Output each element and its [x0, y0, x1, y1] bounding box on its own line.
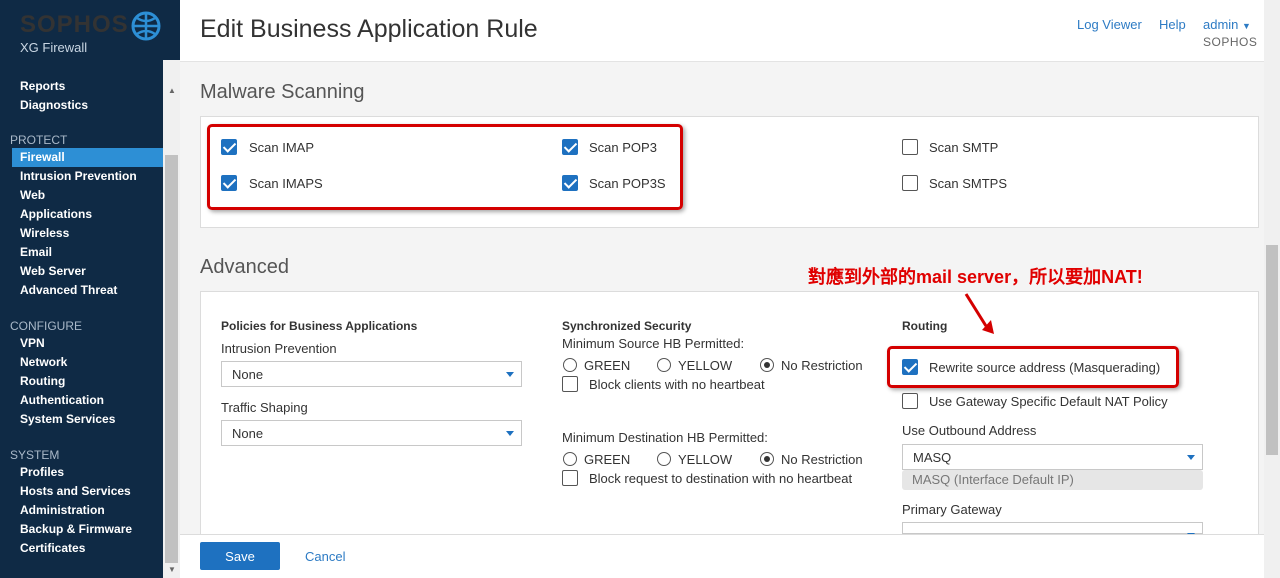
source-green-radio[interactable]: [563, 358, 577, 372]
dest-green-label: GREEN: [584, 452, 631, 467]
sidebar-item-intrusion-prevention[interactable]: Intrusion Prevention: [12, 167, 163, 186]
header-bar: Edit Business Application Rule Log Viewe…: [180, 0, 1264, 62]
malware-scanning-heading: Malware Scanning: [200, 81, 365, 103]
outbound-address-select[interactable]: MASQ: [902, 444, 1203, 470]
source-yellow-radio[interactable]: [657, 358, 671, 372]
sidebar-item-diagnostics[interactable]: Diagnostics: [12, 96, 163, 115]
gateway-nat-label: Use Gateway Specific Default NAT Policy: [929, 394, 1168, 409]
annotation-arrow-icon: [964, 293, 994, 334]
sidebar-item-network[interactable]: Network: [12, 353, 163, 372]
dest-no-restriction-label: No Restriction: [781, 452, 863, 467]
sidebar-item-web[interactable]: Web: [12, 186, 163, 205]
sidebar-section-protect: PROTECT: [10, 133, 68, 147]
tenant-name: SOPHOS: [1203, 35, 1258, 49]
routing-heading: Routing: [902, 319, 948, 333]
source-yellow-label: YELLOW: [678, 358, 733, 373]
source-green-label: GREEN: [584, 358, 631, 373]
dest-green-radio[interactable]: [563, 452, 577, 466]
scan-smtp-label: Scan SMTP: [929, 140, 999, 155]
brand-product: XG Firewall: [20, 40, 88, 55]
sidebar-item-certificates[interactable]: Certificates: [12, 539, 163, 558]
sidebar-item-email[interactable]: Email: [12, 243, 163, 262]
brand-name: SOPHOS: [20, 11, 129, 38]
primary-gateway-label: Primary Gateway: [902, 502, 1002, 517]
source-no-restriction-label: No Restriction: [781, 358, 863, 373]
intrusion-prevention-label: Intrusion Prevention: [221, 341, 337, 356]
scroll-down-arrow-icon[interactable]: ▼: [168, 565, 176, 574]
main-scrollbar-thumb[interactable]: [1266, 245, 1278, 455]
user-name: admin: [1203, 17, 1239, 32]
user-menu[interactable]: admin ▼: [1203, 17, 1251, 32]
sidebar-item-firewall[interactable]: Firewall: [12, 148, 163, 167]
sidebar-item-advanced-threat[interactable]: Advanced Threat: [12, 281, 163, 300]
save-button[interactable]: Save: [200, 542, 280, 570]
outbound-address-label: Use Outbound Address: [902, 423, 1037, 438]
chevron-down-icon: ▼: [1242, 21, 1251, 31]
scan-smtp-checkbox[interactable]: [902, 139, 918, 155]
advanced-heading: Advanced: [200, 256, 289, 278]
sidebar-item-hosts-and-services[interactable]: Hosts and Services: [12, 482, 163, 501]
sidebar-item-wireless[interactable]: Wireless: [12, 224, 163, 243]
dest-yellow-label: YELLOW: [678, 452, 733, 467]
sidebar-item-authentication[interactable]: Authentication: [12, 391, 163, 410]
annotation-text: 對應到外部的mail server，所以要加NAT!: [808, 267, 1143, 287]
traffic-shaping-select[interactable]: None: [221, 420, 522, 446]
traffic-shaping-label: Traffic Shaping: [221, 400, 308, 415]
primary-gateway-select[interactable]: [902, 522, 1203, 538]
scroll-up-arrow-icon[interactable]: ▲: [168, 86, 176, 95]
sidebar-item-backup-firmware[interactable]: Backup & Firmware: [12, 520, 163, 539]
sidebar-item-web-server[interactable]: Web Server: [12, 262, 163, 281]
sidebar-item-system-services[interactable]: System Services: [12, 410, 163, 429]
block-clients-checkbox[interactable]: [562, 376, 578, 392]
globe-icon: [131, 11, 161, 41]
highlight-box-rewrite: [887, 346, 1179, 388]
sidebar-section-system: SYSTEM: [10, 448, 60, 462]
min-source-hb-label: Minimum Source HB Permitted:: [562, 336, 745, 351]
synchronized-security-heading: Synchronized Security: [562, 319, 692, 333]
sidebar-item-applications[interactable]: Applications: [12, 205, 163, 224]
sidebar-scrollbar-thumb[interactable]: [165, 155, 178, 563]
block-clients-label: Block clients with no heartbeat: [589, 377, 765, 392]
block-request-label: Block request to destination with no hea…: [589, 471, 853, 486]
dest-no-restriction-radio[interactable]: [760, 452, 774, 466]
source-no-restriction-radio[interactable]: [760, 358, 774, 372]
gateway-nat-checkbox[interactable]: [902, 393, 918, 409]
sidebar-item-administration[interactable]: Administration: [12, 501, 163, 520]
sidebar-item-vpn[interactable]: VPN: [12, 334, 163, 353]
sidebar-item-reports[interactable]: Reports: [12, 77, 163, 96]
cancel-button[interactable]: Cancel: [305, 549, 345, 564]
help-link[interactable]: Help: [1159, 17, 1186, 32]
sidebar-item-profiles[interactable]: Profiles: [12, 463, 163, 482]
block-request-checkbox[interactable]: [562, 470, 578, 486]
policies-heading: Policies for Business Applications: [221, 319, 418, 333]
intrusion-prevention-select[interactable]: None: [221, 361, 522, 387]
scan-smtps-checkbox[interactable]: [902, 175, 918, 191]
log-viewer-link[interactable]: Log Viewer: [1077, 17, 1142, 32]
highlight-box-malware: [207, 124, 683, 210]
sidebar-item-routing[interactable]: Routing: [12, 372, 163, 391]
min-destination-hb-label: Minimum Destination HB Permitted:: [562, 430, 768, 445]
dest-yellow-radio[interactable]: [657, 452, 671, 466]
sidebar-section-configure: CONFIGURE: [10, 319, 82, 333]
page-title: Edit Business Application Rule: [200, 15, 538, 43]
scan-smtps-label: Scan SMTPS: [929, 176, 1008, 191]
brand-logo[interactable]: SOPHOS XG Firewall: [20, 11, 129, 56]
outbound-address-hint: MASQ (Interface Default IP): [902, 470, 1203, 490]
